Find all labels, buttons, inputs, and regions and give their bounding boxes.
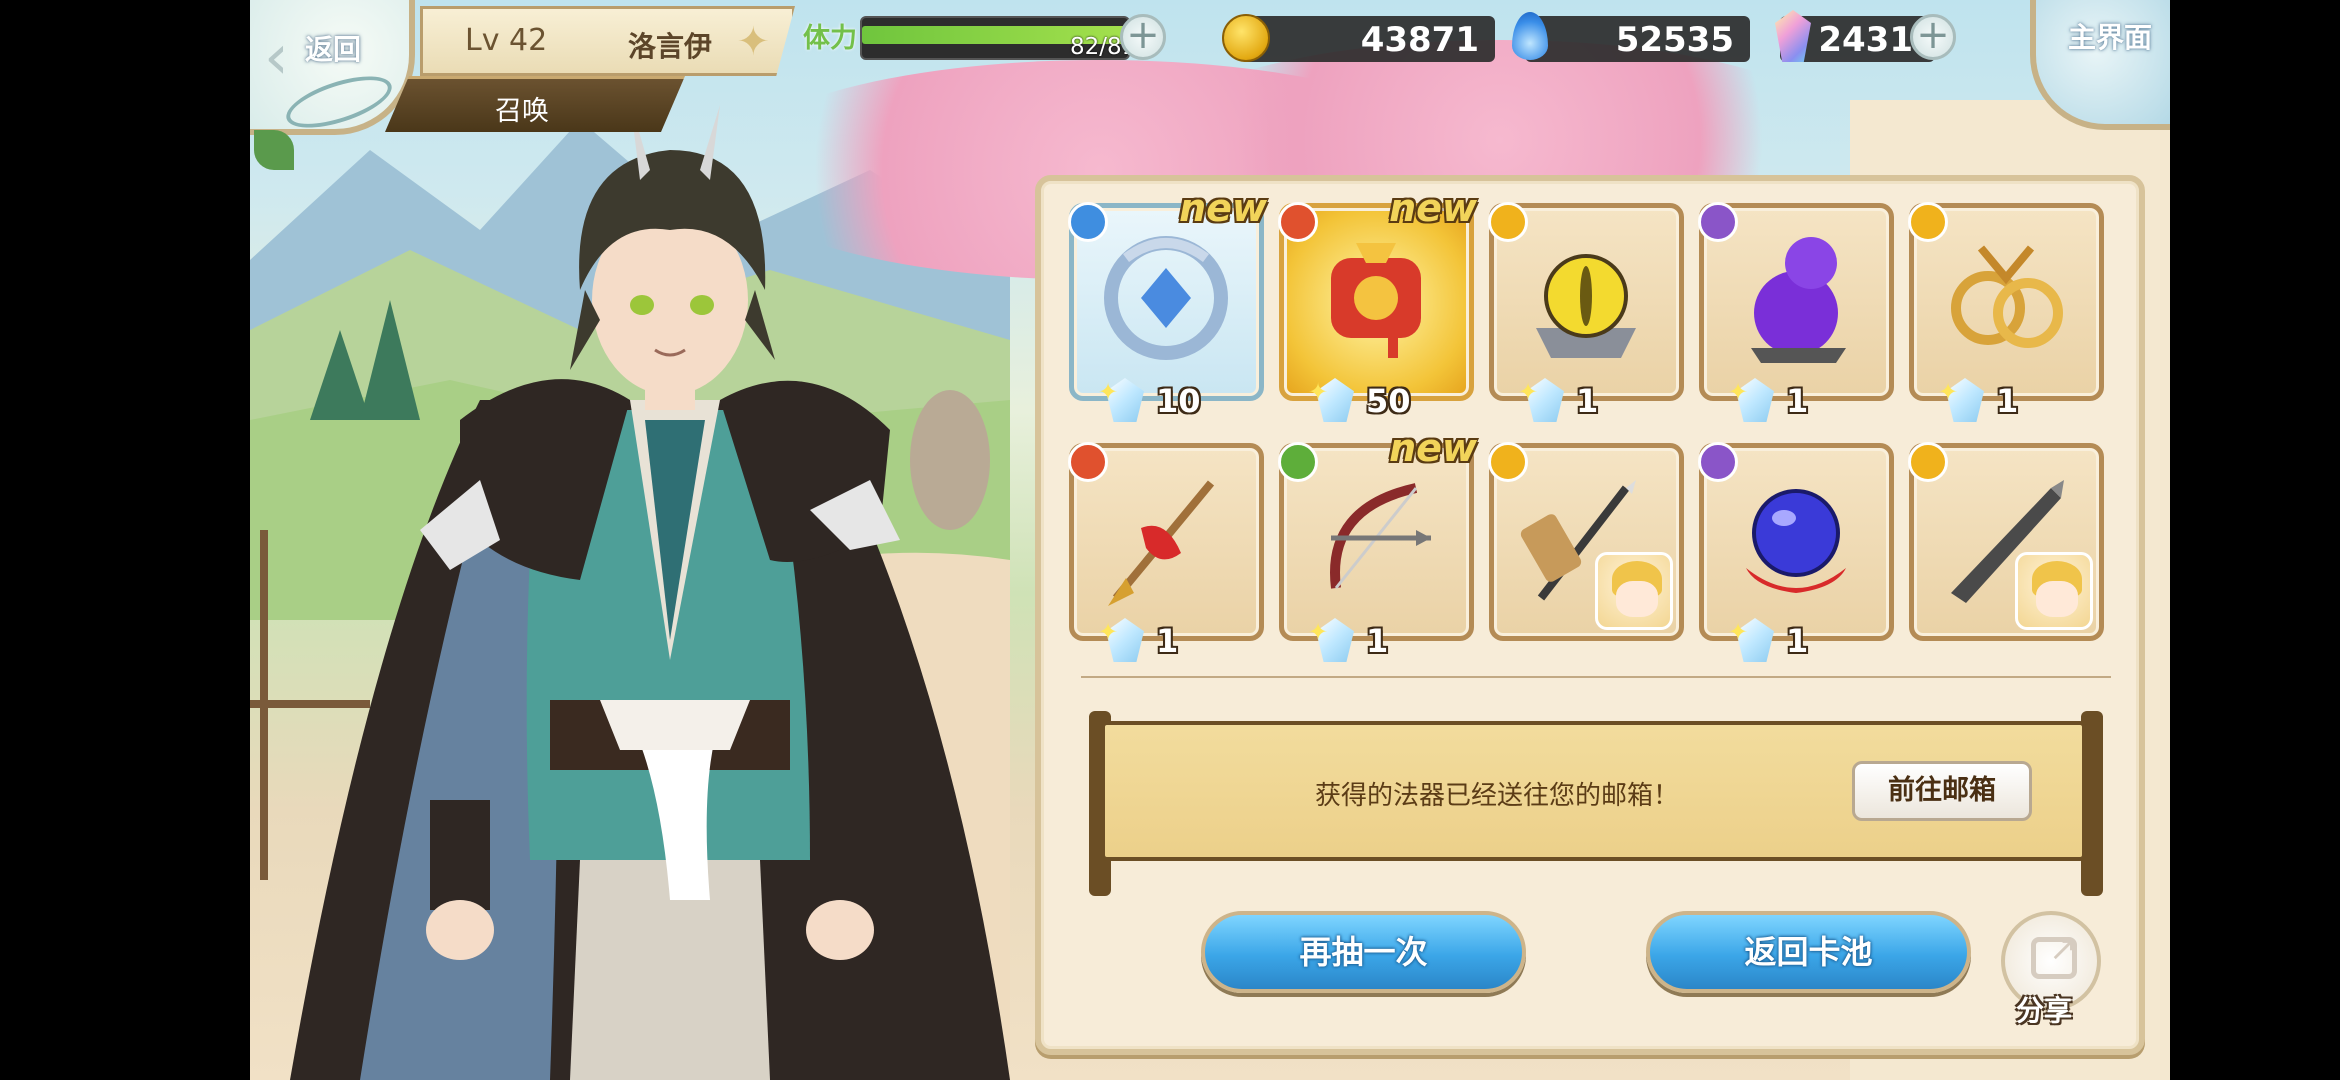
- red-scroll-icon: [1296, 218, 1456, 382]
- sparkle-icon: ✦: [1098, 618, 1119, 646]
- add-crystal-button[interactable]: +: [1910, 14, 1956, 60]
- sparkle-icon: ✦: [1308, 618, 1329, 646]
- result-slot[interactable]: new ✦ 10: [1068, 186, 1267, 422]
- sparkle-icon: ✦: [1098, 378, 1119, 406]
- result-slot[interactable]: ✦ 1: [1488, 202, 1684, 422]
- result-slot[interactable]: new ✦ 50: [1278, 186, 1477, 422]
- summon-result-panel: new ✦ 10 new ✦ 50 ✦ 1 ✦ 1 ✦ 1 ✦ 1 new ✦ 1 ✦ 1 获得的法器已经送往您的邮…: [1035, 175, 2145, 1055]
- character-portrait: [290, 100, 1010, 1080]
- back-to-pool-button[interactable]: 返回卡池: [1646, 911, 1971, 993]
- player-name: 洛言伊: [628, 30, 713, 63]
- go-to-mailbox-button[interactable]: 前往邮箱: [1852, 761, 2032, 821]
- spirit-value: 52535: [1615, 20, 1734, 60]
- spear-icon: [1086, 458, 1246, 622]
- character-avatar-icon: [1595, 552, 1673, 630]
- dragon-ring-icon: [1086, 218, 1246, 382]
- result-slot[interactable]: [1488, 442, 1684, 641]
- item-quantity: 1: [1156, 622, 1179, 660]
- gold-rings-icon: [1926, 218, 2086, 382]
- player-level: Lv 42: [465, 23, 548, 58]
- item-quantity: 1: [1786, 382, 1809, 420]
- item-quantity: 1: [1366, 622, 1389, 660]
- game-viewport: ‹ 返回 Lv 42 洛言伊 ✦ 召唤 体力 82/81 + 43871 525…: [250, 0, 2170, 1080]
- result-slot[interactable]: ✦ 1: [1698, 202, 1894, 422]
- back-label: 返回: [305, 33, 362, 66]
- sparkle-icon: ✦: [1728, 618, 1749, 646]
- notice-scroll: 获得的法器已经送往您的邮箱！ 前往邮箱: [1101, 721, 2086, 861]
- blue-orb-icon: [1716, 458, 1876, 622]
- item-quantity: 1: [1996, 382, 2019, 420]
- spirit-counter: 52535: [1525, 16, 1750, 62]
- item-quantity: 50: [1366, 382, 1411, 420]
- sparkle-icon: ✦: [1308, 378, 1329, 406]
- leaf-decoration-icon: [254, 130, 294, 170]
- chevron-left-icon: ‹: [264, 20, 289, 93]
- new-badge: new: [1179, 186, 1267, 230]
- result-slot[interactable]: [1908, 442, 2104, 641]
- crystal-value: 2431: [1818, 20, 1913, 60]
- player-card[interactable]: Lv 42 洛言伊 ✦: [420, 6, 795, 76]
- result-slot[interactable]: ✦ 1: [1698, 442, 1894, 662]
- arrow-icon: ↗: [2049, 929, 2078, 969]
- bow-icon: [1296, 458, 1456, 622]
- mode-tab-label: 召唤: [495, 96, 549, 127]
- notice-message: 获得的法器已经送往您的邮箱！: [1315, 781, 1680, 811]
- result-slot[interactable]: ✦ 1: [1908, 202, 2104, 422]
- yellow-orb-icon: [1506, 218, 1666, 382]
- new-badge: new: [1389, 186, 1477, 230]
- divider: [1081, 676, 2111, 678]
- mode-tab-summon: 召唤: [385, 76, 685, 132]
- add-stamina-button[interactable]: +: [1120, 14, 1166, 60]
- gold-counter: 43871: [1240, 16, 1495, 62]
- star-icon: ✦: [736, 19, 770, 65]
- new-badge: new: [1389, 426, 1477, 470]
- result-slot[interactable]: ✦ 1: [1068, 442, 1264, 662]
- character-avatar-icon: [2015, 552, 2093, 630]
- purple-gourd-icon: [1716, 218, 1876, 382]
- result-slot[interactable]: new ✦ 1: [1278, 426, 1477, 662]
- sparkle-icon: ✦: [1518, 378, 1539, 406]
- item-quantity: 1: [1786, 622, 1809, 660]
- item-quantity: 1: [1576, 382, 1599, 420]
- sparkle-icon: ✦: [1728, 378, 1749, 406]
- item-quantity: 10: [1156, 382, 1201, 420]
- draw-again-button[interactable]: 再抽一次: [1201, 911, 1526, 993]
- home-label: 主界面: [2068, 21, 2153, 54]
- share-label: 分享: [2016, 994, 2073, 1027]
- sparkle-icon: ✦: [1938, 378, 1959, 406]
- gold-coin-icon: [1222, 14, 1270, 62]
- stamina-label: 体力: [803, 23, 857, 54]
- gold-value: 43871: [1360, 20, 1479, 60]
